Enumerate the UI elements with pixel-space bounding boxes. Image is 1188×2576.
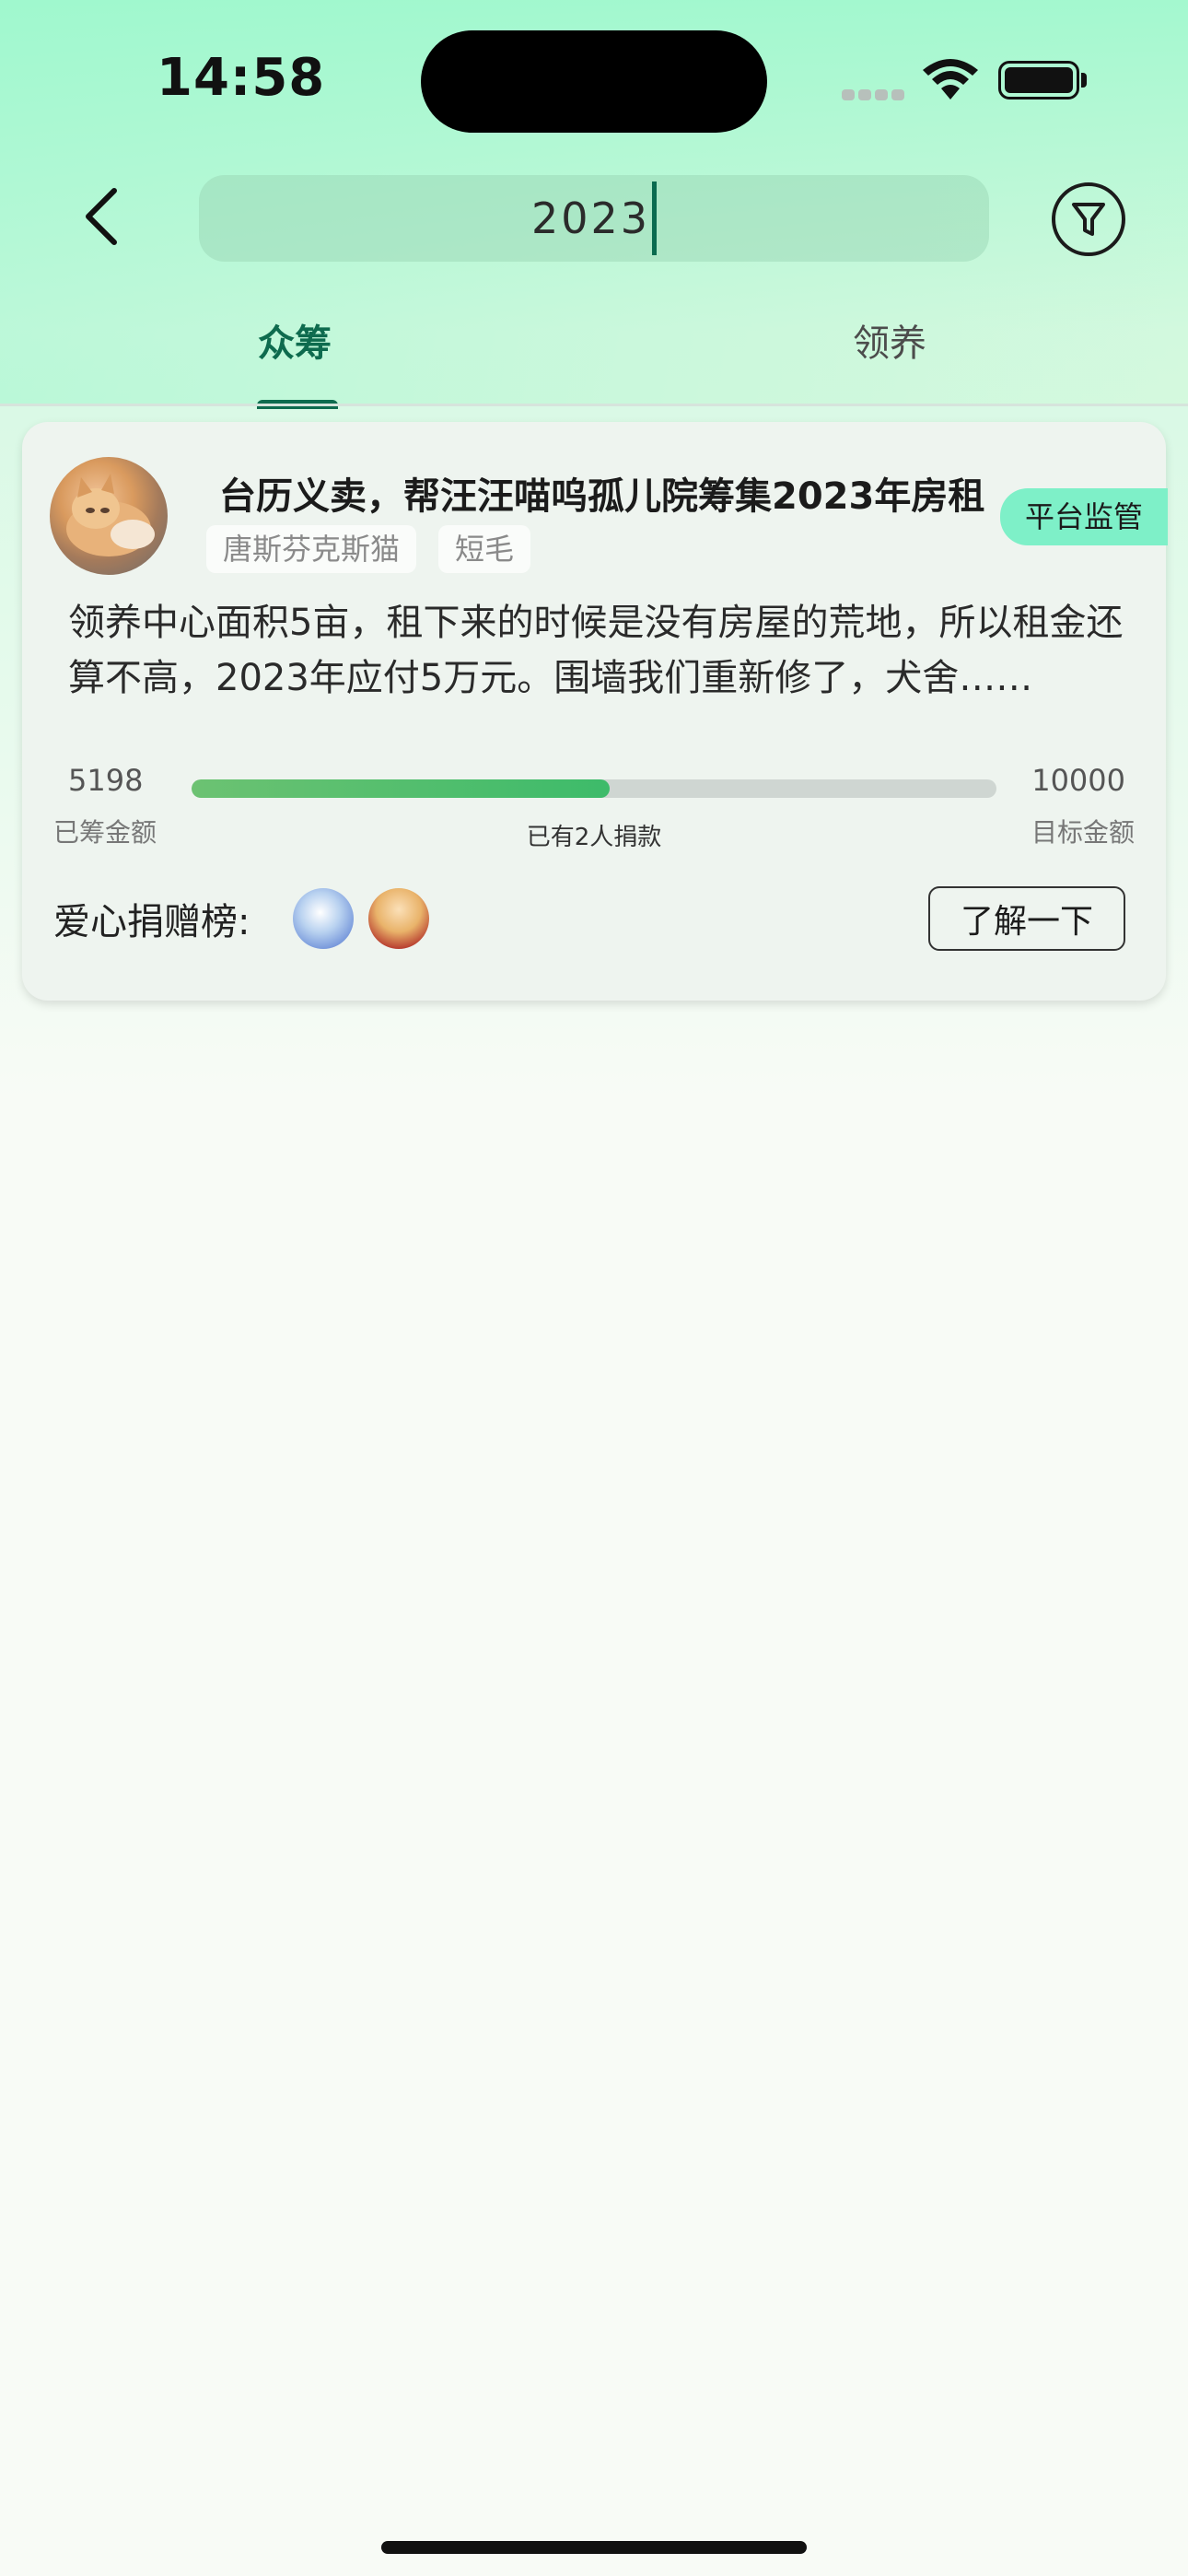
funding-progress-fill bbox=[192, 779, 611, 798]
platform-supervised-badge: 平台监管 bbox=[1000, 488, 1168, 545]
home-indicator bbox=[381, 2541, 807, 2554]
donor-avatar[interactable] bbox=[368, 888, 429, 949]
tabs-divider bbox=[0, 404, 1188, 406]
funding-progress-bar bbox=[192, 779, 996, 798]
cellular-signal-icon bbox=[842, 87, 908, 100]
battery-icon bbox=[998, 61, 1079, 100]
donation-board-label: 爱心捐赠榜: bbox=[53, 901, 250, 943]
target-label: 目标金额 bbox=[1031, 817, 1135, 848]
card-description: 领养中心面积5亩，租下来的时候是没有房屋的荒地，所以租金还算不高，2023年应付… bbox=[68, 602, 1124, 699]
tab-bar: 众筹 领养 bbox=[0, 295, 1188, 409]
battery-cap bbox=[1081, 73, 1087, 88]
crowdfunding-card[interactable]: 台历义卖，帮汪汪喵呜孤儿院筹集2023年房租 唐斯芬克斯猫 短毛 平台监管 领养… bbox=[22, 422, 1168, 1001]
status-time: 14:58 bbox=[157, 48, 326, 108]
breed-tag: 唐斯芬克斯猫 bbox=[206, 525, 417, 573]
donors-count: 已有2人捐款 bbox=[526, 824, 662, 851]
text-caret bbox=[652, 181, 658, 255]
tab-adoption[interactable]: 领养 bbox=[853, 313, 926, 367]
raised-amount: 5198 bbox=[68, 763, 144, 798]
search-input-value: 2023 bbox=[530, 193, 651, 243]
dynamic-island bbox=[421, 30, 767, 133]
back-button[interactable] bbox=[64, 175, 138, 258]
search-input[interactable]: 2023 bbox=[199, 175, 989, 262]
cat-photo-icon bbox=[66, 474, 155, 556]
chevron-left-icon bbox=[86, 188, 117, 245]
fur-tag: 短毛 bbox=[438, 525, 531, 573]
learn-more-button[interactable]: 了解一下 bbox=[928, 886, 1125, 951]
donor-avatar[interactable] bbox=[293, 888, 354, 949]
card-title: 台历义卖，帮汪汪喵呜孤儿院筹集2023年房租 bbox=[219, 475, 985, 518]
status-bar: 14:58 bbox=[0, 0, 1188, 157]
filter-icon bbox=[1072, 203, 1105, 236]
wifi-icon bbox=[923, 59, 978, 100]
target-amount: 10000 bbox=[1031, 763, 1125, 798]
tab-crowdfunding[interactable]: 众筹 bbox=[258, 313, 332, 367]
pet-avatar bbox=[50, 457, 168, 575]
filter-button[interactable] bbox=[1052, 182, 1125, 256]
